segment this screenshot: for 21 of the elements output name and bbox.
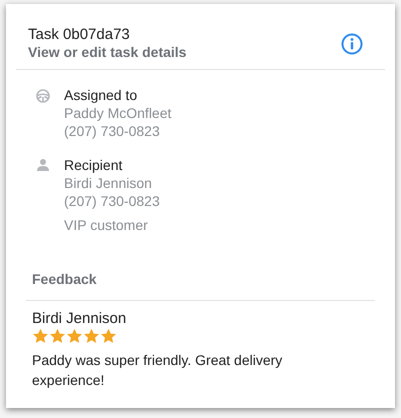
task-subtitle: View or edit task details (28, 44, 186, 61)
detail-text: Birdi Jennison (64, 174, 153, 192)
detail-note: VIP customer (64, 216, 149, 234)
star-icon (100, 328, 117, 344)
feedback-heading: Feedback (32, 271, 97, 287)
person-icon (36, 158, 50, 172)
info-icon (341, 33, 363, 55)
detail-text: Paddy McOnfleet (64, 104, 172, 122)
section-label: Assigned to (64, 86, 138, 104)
star-icon (83, 328, 100, 344)
feedback-author: Birdi Jennison (32, 310, 128, 328)
steering-wheel-icon (36, 89, 50, 103)
section-label: Recipient (64, 156, 124, 174)
star-icon (32, 328, 49, 344)
detail-text: (207) 730-0823 (64, 122, 161, 140)
star-icon (66, 328, 83, 344)
star-icon (49, 328, 66, 344)
feedback-comment: Paddy was super friendly. Great delivery experience! (32, 351, 284, 390)
task-title: Task 0b07da73 (28, 26, 131, 44)
info-button[interactable] (341, 33, 363, 55)
detail-text: (207) 730-0823 (64, 192, 160, 210)
